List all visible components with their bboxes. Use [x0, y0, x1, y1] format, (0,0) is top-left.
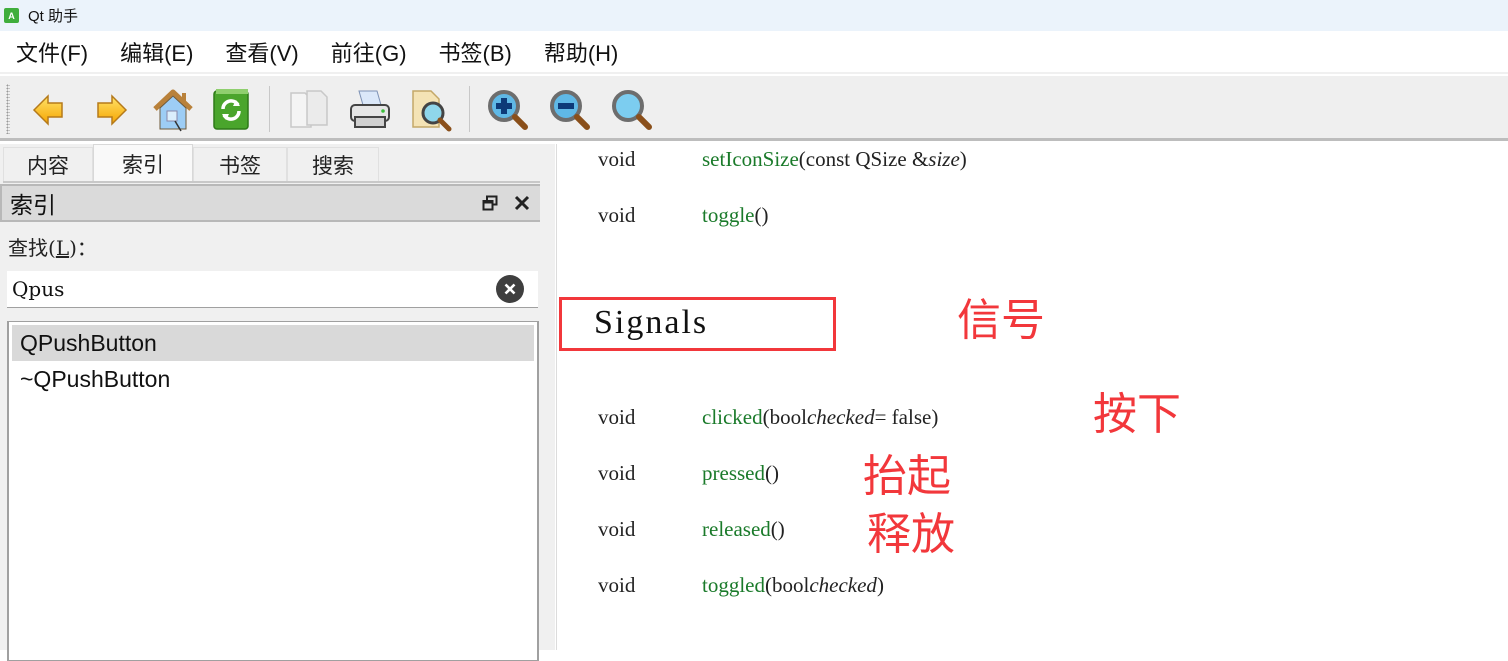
clear-search-button[interactable] — [496, 275, 524, 303]
print-icon — [350, 90, 390, 128]
window-title: Qt 助手 — [28, 8, 79, 25]
back-button[interactable] — [24, 84, 74, 136]
signal-row: void pressed() — [598, 461, 779, 486]
function-link[interactable]: setIconSize — [702, 147, 799, 172]
index-search-box — [7, 271, 538, 308]
home-button[interactable] — [148, 84, 198, 136]
params-end: ) — [876, 573, 884, 597]
find-label-mnemonic: L — [55, 236, 70, 260]
params-end: ) — [959, 147, 967, 171]
float-dock-button[interactable] — [474, 187, 506, 219]
param-name: checked — [809, 573, 877, 597]
index-search-input[interactable] — [7, 277, 496, 301]
menu-file[interactable]: 文件(F) — [0, 30, 104, 73]
tabs-divider — [3, 181, 550, 183]
function-link[interactable]: released — [702, 517, 771, 542]
zoom-in-button[interactable] — [483, 84, 533, 136]
panel-splitter[interactable] — [540, 144, 555, 650]
float-window-icon — [482, 195, 498, 211]
signal-row: void clicked (bool checked = false) — [598, 405, 938, 430]
params-end: = false) — [874, 405, 939, 429]
tab-contents[interactable]: 内容 — [3, 147, 93, 182]
reset-zoom-button[interactable] — [607, 84, 657, 136]
title-bar: A Qt 助手 — [0, 0, 1508, 31]
return-type: void — [598, 405, 636, 429]
sync-contents-icon — [213, 89, 249, 130]
annotation-released: 释放 — [867, 509, 955, 560]
menu-bar: 文件(F) 编辑(E) 查看(V) 前往(G) 书签(B) 帮助(H) — [0, 31, 1508, 74]
sidebar-tabs: 内容 索引 书签 搜索 — [3, 144, 379, 182]
tab-bookmarks[interactable]: 书签 — [193, 147, 287, 182]
dock-title: 索引 — [10, 192, 56, 218]
params: (bool — [765, 573, 810, 597]
function-row: void setIconSize (const QSize & size) — [598, 147, 967, 172]
dock-title-bar[interactable]: 索引 — [0, 184, 546, 222]
params: (bool — [762, 405, 807, 429]
find-in-page-button[interactable] — [407, 84, 457, 136]
return-type: void — [598, 461, 636, 485]
menu-view[interactable]: 查看(V) — [209, 30, 314, 73]
menu-go[interactable]: 前往(G) — [315, 30, 423, 73]
menu-help[interactable]: 帮助(H) — [528, 30, 635, 73]
home-icon — [153, 89, 193, 132]
section-heading-signals: Signals — [594, 304, 709, 341]
sidebar-panel: 内容 索引 书签 搜索 索引 查找(L)： QPushButt — [0, 144, 555, 661]
close-dock-button[interactable] — [506, 187, 538, 219]
print-button[interactable] — [345, 84, 395, 136]
zoom-out-button[interactable] — [545, 84, 595, 136]
documentation-view: void setIconSize (const QSize & size) void… — [556, 144, 1508, 650]
forward-arrow-icon — [97, 94, 128, 126]
find-in-page-icon — [412, 90, 452, 132]
find-label: 查找(L)： — [8, 232, 97, 261]
params: () — [764, 461, 779, 485]
forward-button[interactable] — [86, 84, 136, 136]
sync-button[interactable] — [206, 84, 256, 136]
toolbar-grip[interactable] — [6, 84, 10, 134]
clear-icon — [504, 283, 516, 295]
function-row: void toggle() — [598, 203, 769, 228]
tab-search[interactable]: 搜索 — [287, 147, 379, 182]
menu-bookmarks[interactable]: 书签(B) — [423, 30, 528, 73]
close-icon — [514, 195, 530, 211]
return-type: void — [598, 203, 636, 227]
find-label-suffix: )： — [69, 236, 97, 260]
copy-button[interactable] — [283, 84, 333, 136]
annotation-pressed: 抬起 — [863, 451, 951, 502]
return-type: void — [598, 147, 636, 171]
param-name: size — [928, 147, 960, 171]
function-link[interactable]: toggle — [702, 203, 755, 228]
toolbar-separator — [469, 86, 470, 132]
menu-edit[interactable]: 编辑(E) — [104, 30, 209, 73]
zoom-in-icon — [488, 90, 528, 130]
index-results-list[interactable]: QPushButton ~QPushButton — [7, 321, 539, 661]
copy-icon — [290, 90, 328, 128]
return-type: void — [598, 573, 636, 597]
annotation-clicked: 按下 — [1093, 389, 1181, 440]
tab-index[interactable]: 索引 — [93, 144, 193, 182]
params: () — [754, 203, 769, 227]
function-link[interactable]: pressed — [702, 461, 765, 486]
reset-zoom-icon — [612, 90, 652, 130]
back-arrow-icon — [32, 94, 63, 126]
params: (const QSize & — [798, 147, 929, 171]
list-item[interactable]: QPushButton — [12, 325, 534, 361]
function-link[interactable]: clicked — [702, 405, 763, 430]
param-name: checked — [806, 405, 875, 429]
function-link[interactable]: toggled — [702, 573, 765, 598]
params: () — [770, 517, 785, 541]
return-type: void — [598, 517, 636, 541]
annotation-signals: 信号 — [957, 295, 1045, 346]
signal-row: void released() — [598, 517, 785, 542]
list-item[interactable]: ~QPushButton — [12, 361, 534, 397]
zoom-out-icon — [550, 90, 590, 130]
signal-row: void toggled (bool checked) — [598, 573, 884, 598]
find-label-prefix: 查找( — [8, 236, 56, 260]
toolbar — [0, 76, 1508, 141]
app-icon: A — [4, 8, 19, 23]
toolbar-separator — [269, 86, 270, 132]
